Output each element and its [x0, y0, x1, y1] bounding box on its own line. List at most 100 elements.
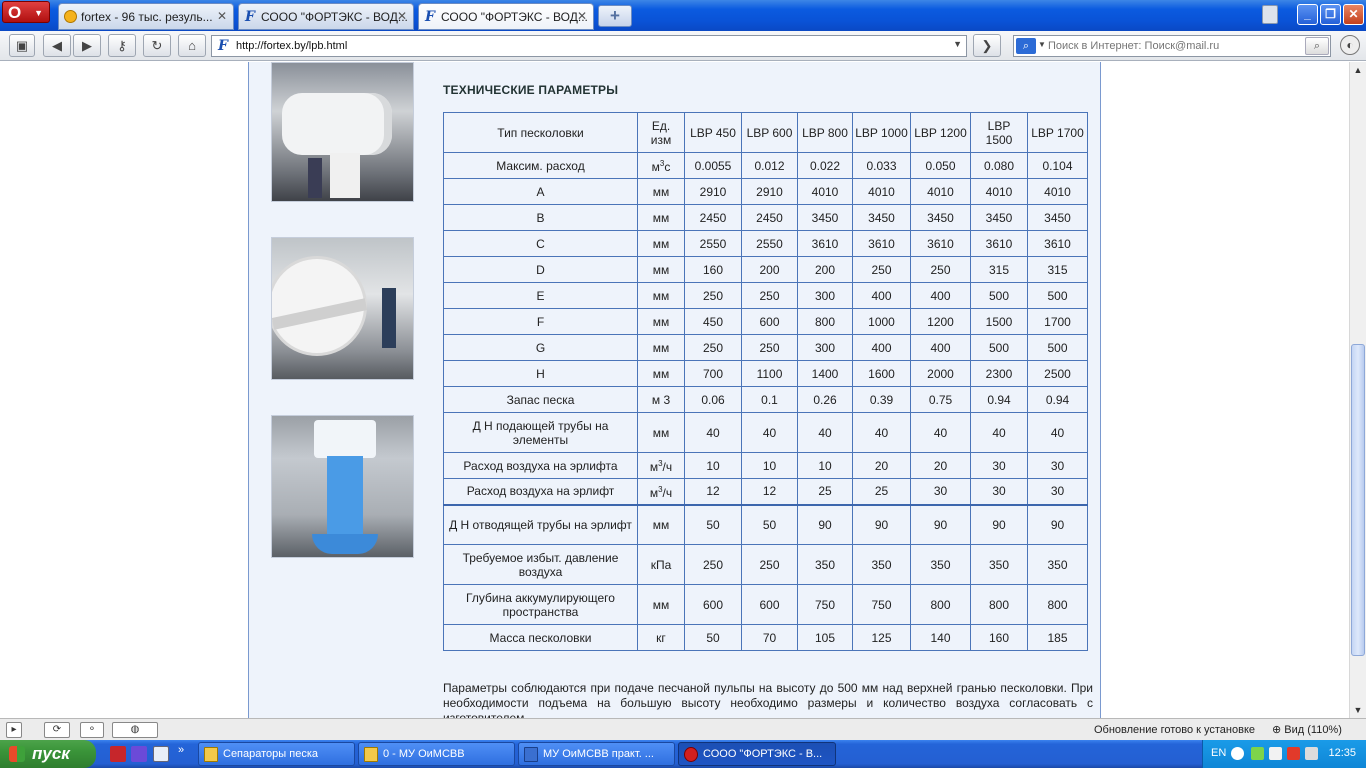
table-row: Глубина аккумулирующего пространства мм 60…	[443, 584, 1088, 625]
table-header-row: Тип песколовки Ед. изм LBP 450 LBP 600 L…	[443, 112, 1088, 153]
value-cell: 3450	[852, 204, 911, 231]
table-row: Максим. расход м3с 0.0055 0.012 0.022 0.033 0.…	[443, 152, 1088, 179]
value-cell: 10	[797, 452, 853, 479]
start-button[interactable]: пуск	[0, 740, 96, 768]
value-cell: 0.050	[910, 152, 971, 179]
table-row: Д Н подающей трубы на элементы мм 40 40 40 40…	[443, 412, 1088, 453]
clock[interactable]: 12:35	[1328, 747, 1356, 759]
battery-icon[interactable]	[1251, 747, 1264, 760]
update-status-text[interactable]: Обновление готово к установке	[1094, 722, 1255, 738]
new-tab-button[interactable]: +	[598, 5, 632, 27]
search-box[interactable]: ⌕ ▼ ⌕	[1013, 35, 1331, 57]
value-cell: 315	[1027, 256, 1088, 283]
tab-close-icon[interactable]: ✕	[217, 9, 227, 23]
go-button[interactable]: ❯	[973, 34, 1001, 57]
back-button[interactable]: ◀	[43, 34, 71, 57]
volume-icon[interactable]	[1305, 747, 1318, 760]
product-photo-2	[271, 237, 414, 380]
header-model: LBP 1700	[1027, 112, 1088, 153]
value-cell: 0.033	[852, 152, 911, 179]
value-cell: 0.26	[797, 386, 853, 413]
vertical-scrollbar[interactable]: ▲ ▼	[1349, 62, 1366, 718]
value-cell: 4010	[1027, 178, 1088, 205]
language-indicator[interactable]: EN	[1211, 747, 1226, 759]
value-cell: 0.94	[970, 386, 1028, 413]
opera-menu-button[interactable]: O ▼	[2, 1, 50, 23]
windows-logo-icon	[9, 746, 25, 762]
value-cell: 25	[852, 478, 911, 505]
value-cell: 4010	[970, 178, 1028, 205]
search-icon[interactable]: ⌕	[1305, 37, 1329, 55]
panel-toggle-icon[interactable]: ▸	[6, 722, 22, 738]
scrollbar-thumb[interactable]	[1351, 344, 1365, 656]
tab-close-icon[interactable]: ✕	[397, 9, 407, 23]
taskbar-item-mu-oimsvv[interactable]: 0 - МУ ОиМСВВ	[358, 742, 515, 766]
trash-icon[interactable]	[1262, 5, 1278, 24]
value-cell: 300	[797, 282, 853, 309]
table-row: Расход воздуха на эрлифт м3/ч 12 12 25 25 30 30…	[443, 478, 1088, 505]
search-input[interactable]	[1048, 38, 1304, 54]
unit-cell: мм	[637, 282, 685, 309]
tab-fortex-active[interactable]: F СООО "ФОРТЭКС - ВОД... ✕	[418, 3, 594, 30]
quick-launch-acrobat-icon[interactable]	[110, 746, 126, 762]
reload-icon: ↻	[151, 38, 163, 53]
restore-button[interactable]: ❐	[1320, 4, 1341, 25]
taskbar-item-sand-separators[interactable]: Сепараторы песка	[198, 742, 355, 766]
sync-icon[interactable]: ⟳	[44, 722, 70, 738]
taskbar-item-mu-practice[interactable]: МУ ОиМСВВ практ. ...	[518, 742, 675, 766]
chevron-down-icon[interactable]: ▼	[953, 39, 962, 49]
param-cell: D	[443, 256, 638, 283]
chevron-down-icon[interactable]: ▼	[1038, 40, 1046, 49]
network-icon[interactable]	[1269, 747, 1282, 760]
zoom-control[interactable]: ⊕ Вид (110%)	[1272, 722, 1342, 738]
search-engine-icon[interactable]: ⌕	[1016, 38, 1036, 54]
value-cell: 3610	[910, 230, 971, 257]
value-cell: 2450	[741, 204, 798, 231]
opera-icon	[684, 747, 698, 762]
share-icon[interactable]: ⚬	[80, 722, 104, 738]
save-page-button[interactable]: ▣	[9, 34, 35, 57]
value-cell: 0.94	[1027, 386, 1088, 413]
value-cell: 1400	[797, 360, 853, 387]
scroll-up-icon[interactable]: ▲	[1350, 62, 1366, 78]
browser-menu-icon[interactable]: ◐	[1340, 35, 1360, 55]
tab-fortex-1[interactable]: F СООО "ФОРТЭКС - ВОД... ✕	[238, 3, 414, 30]
home-button[interactable]: ⌂	[178, 34, 206, 57]
value-cell: 30	[910, 478, 971, 505]
forward-button[interactable]: ▶	[73, 34, 101, 57]
header-model: LBP 600	[741, 112, 798, 153]
bluetooth-icon[interactable]	[1231, 747, 1244, 760]
value-cell: 30	[970, 452, 1028, 479]
unit-tail: /ч	[662, 485, 673, 500]
close-window-button[interactable]: ✕	[1343, 4, 1364, 25]
scroll-down-icon[interactable]: ▼	[1350, 702, 1366, 718]
tab-search-results[interactable]: fortex - 96 тыс. резуль... ✕	[58, 3, 234, 30]
value-cell: 50	[741, 503, 798, 545]
tab-close-icon[interactable]: ✕	[577, 9, 587, 23]
taskbar-item-opera[interactable]: СООО "ФОРТЭКС - В...	[678, 742, 836, 766]
value-cell: 40	[797, 412, 853, 453]
value-cell: 12	[741, 478, 798, 505]
value-cell: 40	[910, 412, 971, 453]
reload-button[interactable]: ↻	[143, 34, 171, 57]
turbo-icon[interactable]: ◍	[112, 722, 158, 738]
quick-launch-calculator-icon[interactable]	[153, 746, 169, 762]
header-model: LBP 800	[797, 112, 853, 153]
param-cell: H	[443, 360, 638, 387]
quick-launch-more-icon[interactable]: »	[178, 744, 194, 760]
minimize-button[interactable]: _	[1297, 4, 1318, 25]
unit-base: м	[649, 485, 659, 500]
value-cell: 1500	[970, 308, 1028, 335]
value-cell: 600	[684, 584, 742, 625]
value-cell: 0.1	[741, 386, 798, 413]
value-cell: 30	[1027, 478, 1088, 505]
quick-launch-app-icon[interactable]	[131, 746, 147, 762]
table-row: Hмм 700 1100 1400 1600 2000 2300 2500	[443, 360, 1088, 387]
wand-button[interactable]: ⚷	[108, 34, 136, 57]
value-cell: 90	[970, 503, 1028, 545]
chevron-right-icon: ❯	[981, 38, 993, 53]
url-text[interactable]: http://fortex.by/lpb.html	[236, 40, 347, 52]
security-alert-icon[interactable]	[1287, 747, 1300, 760]
unit-cell: мм	[637, 230, 685, 257]
address-bar[interactable]: F http://fortex.by/lpb.html ▼	[211, 35, 967, 57]
